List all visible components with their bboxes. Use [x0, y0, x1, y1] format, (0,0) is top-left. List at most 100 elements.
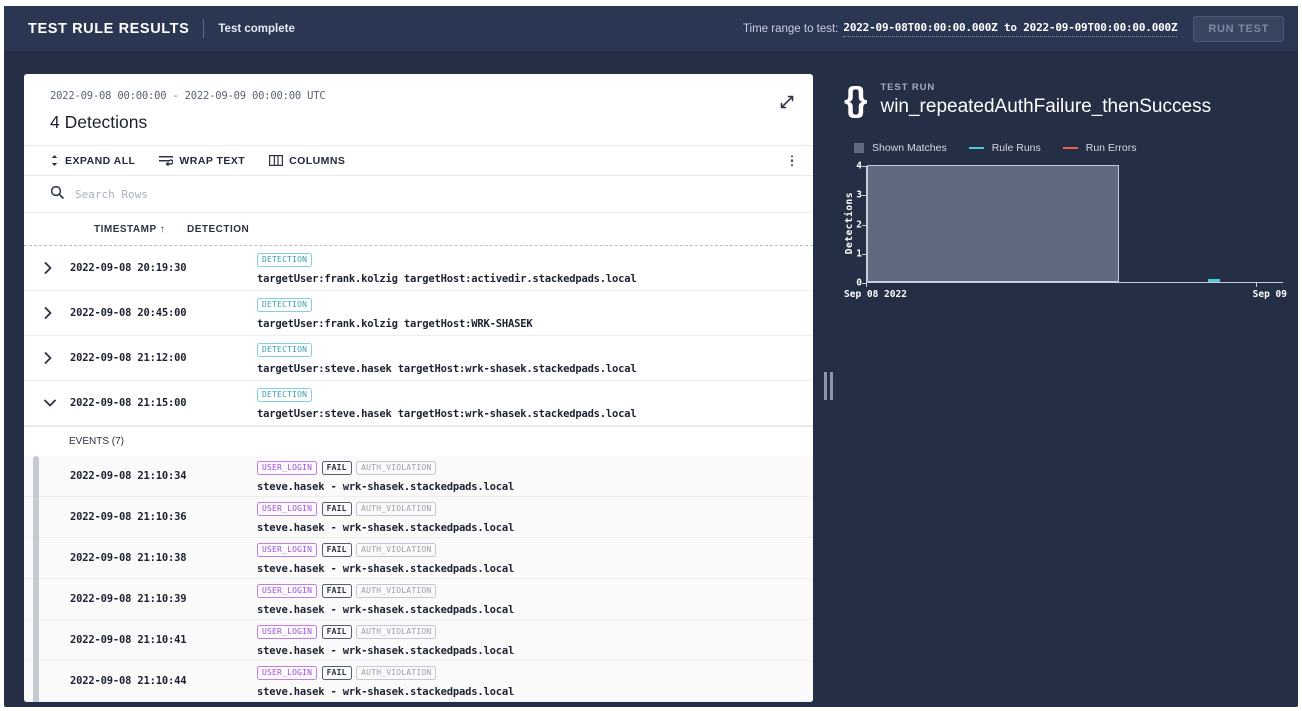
chart-line-rule-runs: [1207, 279, 1221, 282]
wrap-text-button[interactable]: WRAP TEXT: [159, 155, 245, 167]
row-timestamp: 2022-09-08 21:15:00: [70, 397, 187, 409]
chart-plot-area: Detections 0 1 2 3 4 Sep 08 2022 Sep 09: [836, 161, 1291, 301]
columns-button[interactable]: COLUMNS: [269, 155, 345, 167]
event-violation-badge: AUTH_VIOLATION: [356, 501, 437, 516]
title-divider: [203, 19, 205, 38]
event-text: steve.hasek - wrk-shasek.stackedpads.loc…: [257, 645, 515, 657]
y-tick-label: 0: [856, 277, 862, 289]
panel-resize-handle[interactable]: [824, 372, 833, 400]
status-badge: DETECTION: [257, 252, 313, 267]
row-expand-chevron-icon[interactable]: [24, 262, 70, 274]
row-detection-text: targetUser:frank.kolzig targetHost:WRK-S…: [257, 318, 533, 330]
event-outcome-badge: FAIL: [321, 460, 352, 475]
event-violation-badge: AUTH_VIOLATION: [356, 624, 437, 639]
row-timestamp: 2022-09-08 21:12:00: [70, 352, 187, 364]
row-detection-cell: DETECTION targetUser:steve.hasek targetH…: [249, 386, 637, 420]
legend-item-shown-matches[interactable]: Shown Matches: [854, 142, 947, 154]
event-outcome-badge: FAIL: [321, 624, 352, 639]
event-timestamp: 2022-09-08 21:10:41: [70, 634, 187, 646]
row-expand-chevron-icon[interactable]: [24, 352, 70, 364]
legend-label: Rule Runs: [991, 142, 1041, 154]
event-type-badge: USER_LOGIN: [257, 665, 318, 680]
table-row[interactable]: 2022-09-08 20:45:00 DETECTION targetUser…: [24, 291, 813, 336]
legend-swatch-line-icon: [968, 146, 984, 150]
legend-item-rule-runs[interactable]: Rule Runs: [968, 142, 1041, 154]
event-text: steve.hasek - wrk-shasek.stackedpads.loc…: [257, 604, 515, 616]
row-detection-text: targetUser:steve.hasek targetHost:wrk-sh…: [257, 363, 637, 375]
test-status-text: Test complete: [218, 22, 295, 35]
list-item[interactable]: 2022-09-08 21:10:36 USER_LOGIN FAIL AUTH…: [24, 497, 813, 538]
detections-date-range: 2022-09-08 00:00:00 - 2022-09-09 00:00:0…: [50, 90, 326, 102]
list-item[interactable]: 2022-09-08 21:10:34 USER_LOGIN FAIL AUTH…: [24, 456, 813, 497]
column-header-detection[interactable]: DETECTION: [179, 224, 249, 235]
table-row[interactable]: 2022-09-08 20:19:30 DETECTION targetUser…: [24, 246, 813, 291]
event-detail-cell: USER_LOGIN FAIL AUTH_VIOLATION steve.has…: [249, 541, 514, 575]
columns-icon: [269, 155, 284, 166]
event-type-badge: USER_LOGIN: [257, 501, 318, 516]
row-detection-text: targetUser:steve.hasek targetHost:wrk-sh…: [257, 408, 637, 420]
app-root: TEST RULE RESULTS Test complete Time ran…: [0, 0, 1302, 711]
event-type-badge: USER_LOGIN: [257, 460, 318, 475]
x-tick-mark: [1255, 283, 1257, 287]
chart-bar-shown-matches: [867, 165, 1120, 282]
event-detail-cell: USER_LOGIN FAIL AUTH_VIOLATION steve.has…: [249, 623, 514, 657]
event-outcome-badge: FAIL: [321, 501, 352, 516]
test-run-header: {} TEST RUN win_repeatedAuthFailure_then…: [836, 74, 1291, 118]
expand-all-button[interactable]: EXPAND ALL: [50, 154, 135, 167]
event-type-badge: USER_LOGIN: [257, 583, 318, 598]
legend-label: Shown Matches: [872, 142, 947, 154]
list-item[interactable]: 2022-09-08 21:10:44 USER_LOGIN FAIL AUTH…: [24, 661, 813, 702]
chart-axes: 0 1 2 3 4 Sep 08 2022 Sep 09: [844, 161, 1287, 301]
events-list: 2022-09-08 21:10:34 USER_LOGIN FAIL AUTH…: [24, 456, 813, 702]
row-collapse-chevron-icon[interactable]: [24, 399, 70, 407]
events-header: EVENTS (7): [24, 427, 813, 456]
more-options-icon[interactable]: [790, 154, 793, 167]
search-input[interactable]: [75, 187, 375, 201]
event-detail-cell: USER_LOGIN FAIL AUTH_VIOLATION steve.has…: [249, 500, 514, 534]
row-expand-chevron-icon[interactable]: [24, 307, 70, 319]
status-badge: DETECTION: [257, 297, 313, 312]
event-text: steve.hasek - wrk-shasek.stackedpads.loc…: [257, 522, 515, 534]
chart-x-axis: [866, 282, 1283, 283]
time-range-value[interactable]: 2022-09-08T00:00:00.000Z to 2022-09-09T0…: [843, 21, 1178, 37]
chart-y-axis-label: Detections: [844, 192, 855, 255]
event-detail-cell: USER_LOGIN FAIL AUTH_VIOLATION steve.has…: [249, 664, 514, 698]
event-outcome-badge: FAIL: [321, 542, 352, 557]
column-header-timestamp[interactable]: TIMESTAMP ↑: [24, 224, 179, 235]
search-icon: [50, 185, 64, 204]
list-item[interactable]: 2022-09-08 21:10:38 USER_LOGIN FAIL AUTH…: [24, 538, 813, 579]
table-row[interactable]: 2022-09-08 21:12:00 DETECTION targetUser…: [24, 336, 813, 381]
table-row[interactable]: 2022-09-08 21:15:00 DETECTION targetUser…: [24, 381, 813, 426]
row-detection-cell: DETECTION targetUser:steve.hasek targetH…: [249, 341, 637, 375]
event-outcome-badge: FAIL: [321, 665, 352, 680]
detections-rows: 2022-09-08 20:19:30 DETECTION targetUser…: [24, 246, 813, 426]
test-run-titles: TEST RUN win_repeatedAuthFailure_thenSuc…: [880, 82, 1211, 118]
event-type-badge: USER_LOGIN: [257, 624, 318, 639]
y-tick-label: 1: [856, 248, 862, 260]
detections-header: 2022-09-08 00:00:00 - 2022-09-09 00:00:0…: [24, 74, 813, 133]
event-violation-badge: AUTH_VIOLATION: [356, 460, 437, 475]
x-tick-label: Sep 08 2022: [844, 289, 907, 300]
event-timestamp: 2022-09-08 21:10:39: [70, 593, 187, 605]
event-type-badge: USER_LOGIN: [257, 542, 318, 557]
detections-panel: 2022-09-08 00:00:00 - 2022-09-09 00:00:0…: [24, 74, 813, 702]
legend-item-run-errors[interactable]: Run Errors: [1062, 142, 1137, 154]
wrap-text-label: WRAP TEXT: [179, 154, 246, 167]
list-item[interactable]: 2022-09-08 21:10:41 USER_LOGIN FAIL AUTH…: [24, 620, 813, 661]
event-timestamp: 2022-09-08 21:10:34: [70, 470, 187, 482]
event-outcome-badge: FAIL: [321, 583, 352, 598]
events-scrollbar[interactable]: [33, 456, 39, 702]
table-header-row: TIMESTAMP ↑ DETECTION: [24, 213, 813, 246]
run-test-button[interactable]: RUN TEST: [1193, 15, 1284, 42]
expand-panel-icon[interactable]: [779, 94, 795, 110]
row-detection-text: targetUser:frank.kolzig targetHost:activ…: [257, 273, 637, 285]
legend-label: Run Errors: [1085, 142, 1137, 154]
event-violation-badge: AUTH_VIOLATION: [356, 583, 437, 598]
expand-all-label: EXPAND ALL: [65, 154, 136, 167]
event-timestamp: 2022-09-08 21:10:36: [70, 511, 187, 523]
test-run-kicker: TEST RUN: [880, 82, 936, 93]
event-text: steve.hasek - wrk-shasek.stackedpads.loc…: [257, 563, 515, 575]
list-item[interactable]: 2022-09-08 21:10:39 USER_LOGIN FAIL AUTH…: [24, 579, 813, 620]
event-violation-badge: AUTH_VIOLATION: [356, 542, 437, 557]
event-detail-cell: USER_LOGIN FAIL AUTH_VIOLATION steve.has…: [249, 582, 514, 616]
